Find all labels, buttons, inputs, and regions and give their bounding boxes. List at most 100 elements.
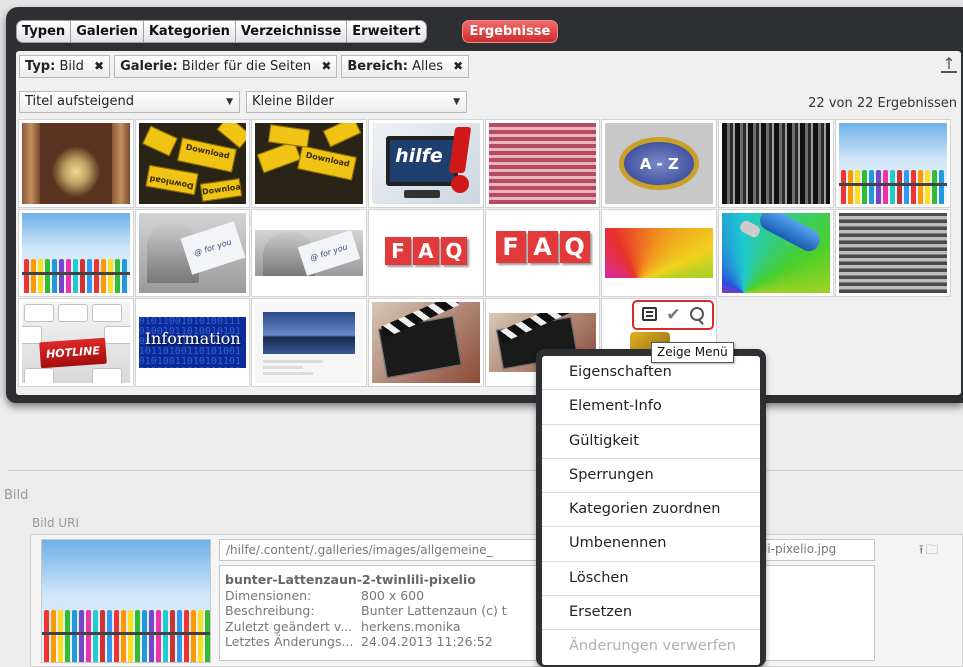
thumbnail-fence-2 xyxy=(22,212,130,293)
fence-picket xyxy=(59,259,64,293)
fence-picket xyxy=(868,169,874,204)
fence-picket xyxy=(107,610,112,662)
tooltip: Zeige Menü xyxy=(651,342,734,363)
fence-picket xyxy=(177,610,182,662)
fence-picket xyxy=(135,610,140,662)
thumbnail-blinds-red xyxy=(488,123,597,204)
fence-picket xyxy=(94,259,99,293)
thumbnail-curtain xyxy=(722,123,830,204)
menu-item-rename[interactable]: Umbenennen xyxy=(542,527,760,562)
image-uri-widget: /hilfe/.content/.galleries/images/allgem… xyxy=(30,534,963,667)
tab-folders[interactable]: Verzeichnisse xyxy=(236,21,348,42)
menu-item-replace[interactable]: Ersetzen xyxy=(542,596,760,631)
folder-icon[interactable]: 🗀 xyxy=(926,543,941,558)
menu-item-assign-categories[interactable]: Kategorien zuordnen xyxy=(542,493,760,528)
zoom-icon[interactable] xyxy=(689,306,704,325)
item-actions: ✔ xyxy=(632,300,714,330)
thumbnail-information: 0101100101010011101001011010010101001101… xyxy=(138,317,247,368)
sort-select[interactable]: Titel aufsteigend ▼ xyxy=(19,91,240,113)
gallery-item[interactable] xyxy=(601,208,718,297)
thumbnail-faq-2: FAQ xyxy=(488,212,597,293)
fence-picket xyxy=(44,610,49,662)
fence-picket xyxy=(903,169,909,204)
active-filters: Typ: Bild ✖ Galerie: Bilder für die Seit… xyxy=(19,55,470,78)
thumbnail-faq: FAQ xyxy=(372,212,480,293)
menu-item-validity[interactable]: Gültigkeit xyxy=(542,425,760,459)
fence-picket xyxy=(87,259,92,293)
tab-types[interactable]: Typen xyxy=(17,21,72,42)
menu-item-delete[interactable]: Löschen xyxy=(542,562,760,597)
thumbnail-hilfe: hilfe xyxy=(372,123,480,204)
tab-advanced[interactable]: Erweitert xyxy=(347,21,425,42)
description-label: Beschreibung: xyxy=(225,603,315,618)
last-change-value: 24.04.2013 11:26:52 xyxy=(361,634,493,649)
filter-gallery-value: Bilder für die Seiten xyxy=(181,59,312,74)
fence-picket xyxy=(917,169,923,204)
gallery-item[interactable]: A - Z xyxy=(601,119,718,208)
fence-picket xyxy=(861,169,867,204)
fence-picket xyxy=(38,259,43,293)
gallery-item[interactable]: hilfe xyxy=(368,119,484,208)
view-select[interactable]: Kleine Bilder ▼ xyxy=(246,91,467,113)
modified-by-label: Zuletzt geändert v... xyxy=(225,618,353,634)
fence-picket xyxy=(156,610,161,662)
tab-categories[interactable]: Kategorien xyxy=(144,21,236,42)
fence-picket xyxy=(72,610,77,662)
remove-filter-icon[interactable]: ✖ xyxy=(94,59,104,73)
chevron-down-icon: ▼ xyxy=(453,97,460,107)
thumbnail-a-z: A - Z xyxy=(605,123,714,204)
gallery-item[interactable]: FAQ xyxy=(484,208,601,297)
remove-filter-icon[interactable]: ✖ xyxy=(321,59,331,73)
thumbnail-hotline: HOTLINE xyxy=(22,302,130,383)
image-uri-input-end: li-pixelio.jpg xyxy=(764,542,837,556)
gallery-item[interactable] xyxy=(718,119,834,208)
gallery-item[interactable] xyxy=(718,208,834,297)
section-label: Bild xyxy=(4,488,29,503)
gallery-item[interactable]: Download xyxy=(251,119,368,208)
fence-picket xyxy=(24,259,29,293)
gallery-item[interactable]: FAQ xyxy=(368,208,484,297)
menu-item-locks[interactable]: Sperrungen xyxy=(542,459,760,494)
selected-image-preview[interactable] xyxy=(41,539,211,663)
fence-picket xyxy=(114,610,119,662)
thumbnail-mailbox: @ for you xyxy=(138,212,247,293)
upload-icon[interactable]: ↑ xyxy=(941,56,957,73)
dimensions-label: Dimensionen: xyxy=(225,587,312,603)
fence-picket xyxy=(205,610,210,662)
modified-by-value: herkens.monika xyxy=(361,618,461,634)
fence-picket xyxy=(938,169,944,204)
gallery-item[interactable] xyxy=(368,298,484,387)
gallery-item[interactable] xyxy=(251,298,368,387)
filter-chip-type: Typ: Bild ✖ xyxy=(19,55,111,78)
menu-item-element-info[interactable]: Element-Info xyxy=(542,390,760,425)
gallery-item[interactable]: Download Download Download xyxy=(134,119,251,208)
gallery-item[interactable] xyxy=(834,208,951,297)
gallery-item[interactable]: HOTLINE xyxy=(18,298,134,387)
gallery-item[interactable]: @ for you xyxy=(251,208,368,297)
fence-picket xyxy=(896,169,902,204)
tab-results[interactable]: Ergebnisse xyxy=(461,20,559,43)
thumbnail-clapperboard xyxy=(372,302,480,383)
fence-picket xyxy=(31,259,36,293)
fence-picket xyxy=(191,610,196,662)
remove-filter-icon[interactable]: ✖ xyxy=(453,59,463,73)
filter-scope-label: Bereich: xyxy=(347,59,408,74)
fence-picket xyxy=(924,169,930,204)
menu-icon[interactable] xyxy=(642,306,658,325)
filter-type-label: Typ: xyxy=(25,59,56,74)
check-icon[interactable]: ✔ xyxy=(666,305,680,325)
gallery-item[interactable] xyxy=(834,119,951,208)
gallery-item[interactable]: 0101100101010011101001011010010101001101… xyxy=(134,298,251,387)
fence-picket xyxy=(889,169,895,204)
gallery-item[interactable] xyxy=(18,208,134,297)
thumbnail-mailbox-2: @ for you xyxy=(255,229,364,276)
fence-picket xyxy=(910,169,916,204)
gallery-dialog: Typen Galerien Kategorien Verzeichnisse … xyxy=(6,7,963,403)
gallery-item[interactable] xyxy=(18,119,134,208)
thumbnail-fence xyxy=(838,123,947,204)
filter-scope-value: Alles xyxy=(412,59,443,74)
tab-galleries[interactable]: Galerien xyxy=(71,21,144,42)
gallery-item[interactable]: @ for you xyxy=(134,208,251,297)
gallery-item[interactable] xyxy=(484,119,601,208)
filter-chip-scope: Bereich: Alles ✖ xyxy=(341,55,470,78)
